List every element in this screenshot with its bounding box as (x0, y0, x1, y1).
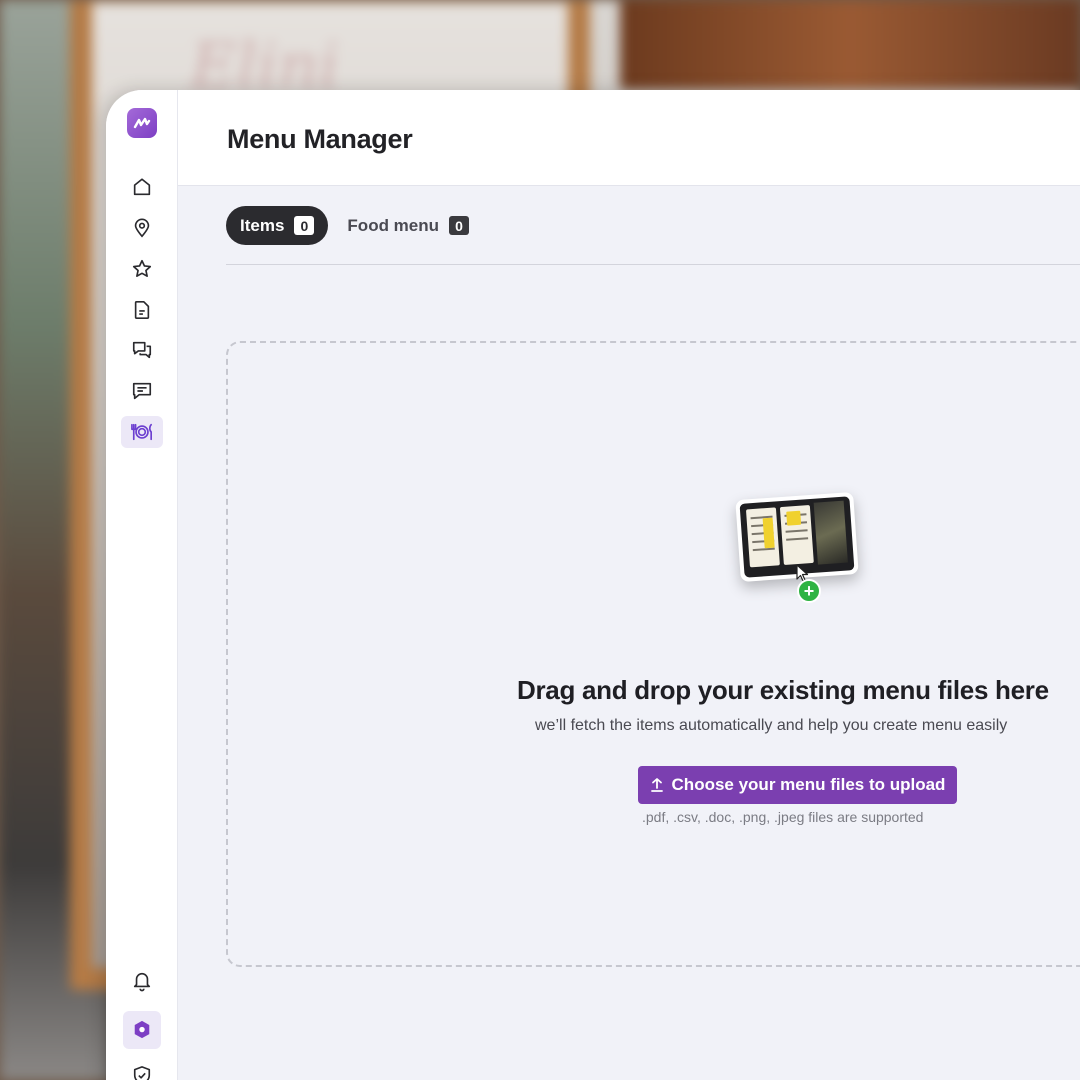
dropzone-title: Drag and drop your existing menu files h… (517, 675, 1049, 705)
dropzone-subtitle: we’ll fetch the items automatically and … (535, 717, 1008, 734)
tab-items[interactable]: Items 0 (226, 206, 329, 245)
tab-label: Food menu (347, 215, 440, 235)
sidebar (106, 90, 178, 1080)
star-icon[interactable] (128, 255, 156, 283)
document-icon[interactable] (128, 296, 156, 324)
upload-icon (650, 778, 663, 792)
tab-food-menu[interactable]: Food menu 0 (328, 206, 488, 245)
tab-count-badge: 0 (449, 216, 470, 235)
tab-count-badge: 0 (294, 216, 315, 235)
message-icon[interactable] (128, 377, 156, 405)
dining-menu-icon[interactable] (121, 416, 163, 448)
supported-formats-hint: .pdf, .csv, .doc, .png, .jpeg files are … (642, 809, 924, 825)
page-header: Menu Manager (178, 90, 1080, 186)
add-icon: + (797, 579, 821, 603)
chat-bubbles-icon[interactable] (128, 336, 156, 364)
upload-files-button[interactable]: Choose your menu files to upload (638, 766, 957, 804)
upload-button-label: Choose your menu files to upload (671, 775, 946, 794)
tabs-divider (226, 264, 1080, 265)
bell-icon[interactable] (128, 967, 156, 995)
page-title: Menu Manager (227, 124, 413, 154)
home-icon[interactable] (128, 173, 156, 201)
tab-label: Items (240, 215, 285, 235)
app-window: Menu Manager Items 0 Food menu 0 + Drag … (106, 90, 1080, 1080)
file-dropzone[interactable] (226, 341, 1080, 967)
shield-icon[interactable] (128, 1062, 156, 1080)
brand-logo-icon[interactable] (127, 108, 157, 138)
tab-bar: Items 0 Food menu 0 (226, 206, 488, 245)
location-pin-icon[interactable] (128, 214, 156, 242)
hexagon-icon[interactable] (123, 1011, 161, 1049)
